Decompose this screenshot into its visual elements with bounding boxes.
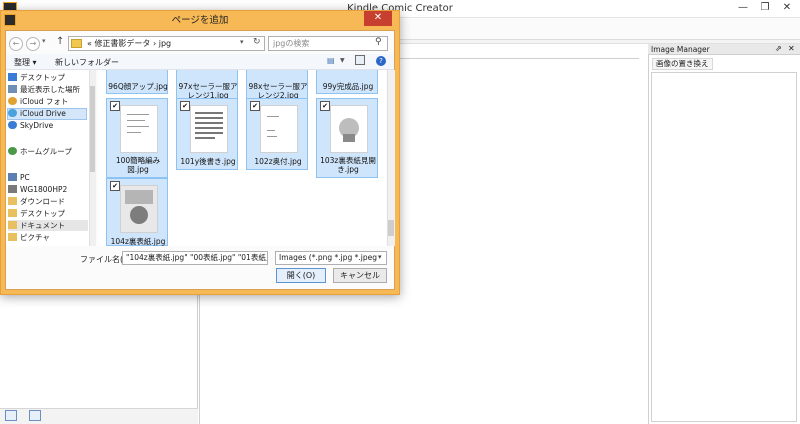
dialog-title: ページを追加 [171, 15, 229, 26]
file-type-select[interactable]: Images (*.png *.jpg *.jpeg [275, 251, 387, 265]
image-thumbnail [330, 105, 368, 153]
file-name: 99y完成品.jpg [322, 82, 374, 91]
nav-item-icloud-drive[interactable]: iCloud Drive [8, 108, 88, 119]
single-view-icon[interactable] [5, 410, 17, 421]
file-tile[interactable]: ✔ 102z奥付.jpg [246, 98, 308, 170]
checkbox[interactable]: ✔ [320, 101, 330, 111]
up-folder-button[interactable]: ↑ [56, 36, 64, 47]
preview-pane-icon[interactable] [355, 55, 365, 65]
file-list: 96Q顔アップ.jpg 97xセーラー服アレンジ1.jpg 98xセーラー服アレ… [98, 70, 386, 246]
new-folder-button[interactable]: 新しいフォルダー [55, 57, 119, 68]
app-close-button[interactable]: ✕ [776, 0, 798, 16]
skydrive-cloud-icon [8, 121, 17, 129]
file-tile[interactable]: ✔ 104z裏表紙.jpg [106, 178, 168, 246]
desktop-folder-icon [8, 209, 17, 217]
image-thumbnail [120, 185, 158, 233]
filename-input[interactable]: "104z裏表紙.jpg" "00表紙.jpg" "01表紙見 [122, 251, 268, 265]
checkbox[interactable]: ✔ [180, 101, 190, 111]
recent-locations-icon[interactable]: ▾ [42, 37, 46, 45]
nav-item-skydrive[interactable]: SkyDrive [8, 120, 88, 131]
refresh-icon[interactable]: ↻ [253, 37, 261, 47]
chevron-down-icon[interactable]: ▾ [378, 253, 382, 261]
address-path[interactable]: « 修正書影データ › jpg [87, 38, 171, 49]
desktop-icon [8, 73, 17, 81]
replace-image-button[interactable]: 画像の置き換え [652, 58, 713, 70]
file-name: 100簡略編み図.jpg [115, 156, 161, 174]
minimize-button[interactable]: — [732, 0, 754, 16]
forward-button[interactable]: → [26, 37, 40, 51]
image-thumbnail [260, 105, 298, 153]
nav-item-pc[interactable]: PC [8, 172, 88, 183]
file-name: 96Q顔アップ.jpg [108, 82, 168, 91]
search-icon[interactable]: ⚲ [375, 37, 382, 47]
pc-icon [8, 173, 17, 181]
downloads-folder-icon [8, 197, 17, 205]
organize-button[interactable]: 整理 ▾ [14, 57, 37, 68]
pictures-folder-icon [8, 233, 17, 241]
grid-view-icon[interactable] [29, 410, 41, 421]
cancel-button[interactable]: キャンセル [333, 268, 387, 283]
cloud-icon [8, 109, 17, 117]
file-name: 104z裏表紙.jpg [110, 237, 166, 246]
address-dropdown-icon[interactable]: ▾ [240, 38, 244, 46]
nav-item-documents[interactable]: ドキュメント [8, 220, 88, 231]
photos-icon [8, 97, 17, 105]
file-list-scroll-thumb[interactable] [388, 220, 394, 236]
back-button[interactable]: ← [9, 37, 23, 51]
file-tile[interactable]: ✔ 101y後書き.jpg [176, 98, 238, 170]
panel-close-icon[interactable]: ✕ [788, 44, 795, 53]
homegroup-icon [8, 147, 17, 155]
documents-folder-icon [8, 221, 17, 229]
view-dropdown-icon[interactable]: ▼ [340, 57, 345, 64]
file-tile[interactable]: 99y完成品.jpg [316, 70, 378, 94]
open-button[interactable]: 開く(O) [276, 268, 326, 283]
checkbox[interactable]: ✔ [110, 101, 120, 111]
image-manager-title: Image Manager [651, 45, 710, 54]
float-panel-icon[interactable]: ⇗ [775, 44, 782, 53]
help-icon[interactable]: ? [376, 56, 386, 66]
image-thumbnail [120, 105, 158, 153]
nav-item-desktop-folder[interactable]: デスクトップ [8, 208, 88, 219]
nav-item-homegroup[interactable]: ホームグループ [8, 146, 88, 157]
nav-item-downloads[interactable]: ダウンロード [8, 196, 88, 207]
nav-item-pictures[interactable]: ピクチャ [8, 232, 88, 243]
file-tile[interactable]: 96Q顔アップ.jpg [106, 70, 168, 94]
nav-item-icloud-photos[interactable]: iCloud フォト [8, 96, 88, 107]
search-placeholder: jpgの検索 [273, 39, 310, 48]
file-name: 103z裏表紙見開き.jpg [320, 156, 376, 174]
image-thumbnail [190, 105, 228, 153]
file-tile[interactable]: ✔ 103z裏表紙見開き.jpg [316, 98, 378, 178]
restore-button[interactable]: ❐ [754, 0, 776, 16]
network-drive-icon [8, 185, 17, 193]
checkbox[interactable]: ✔ [110, 181, 120, 191]
nav-item-wg1800hp2[interactable]: WG1800HP2 [8, 184, 88, 195]
file-tile[interactable]: ✔ 100簡略編み図.jpg [106, 98, 168, 178]
nav-scroll-thumb[interactable] [90, 86, 95, 172]
checkbox[interactable]: ✔ [250, 101, 260, 111]
nav-item-desktop[interactable]: デスクトップ [8, 72, 88, 83]
file-name: 102z奥付.jpg [254, 157, 302, 166]
dialog-close-button[interactable]: ✕ [364, 11, 392, 26]
view-options-icon[interactable]: ▤ [327, 56, 335, 65]
image-list[interactable] [651, 72, 797, 422]
file-name: 101y後書き.jpg [180, 157, 236, 166]
nav-item-recent[interactable]: 最近表示した場所 [8, 84, 88, 95]
recent-places-icon [8, 85, 17, 93]
folder-icon [71, 39, 82, 48]
